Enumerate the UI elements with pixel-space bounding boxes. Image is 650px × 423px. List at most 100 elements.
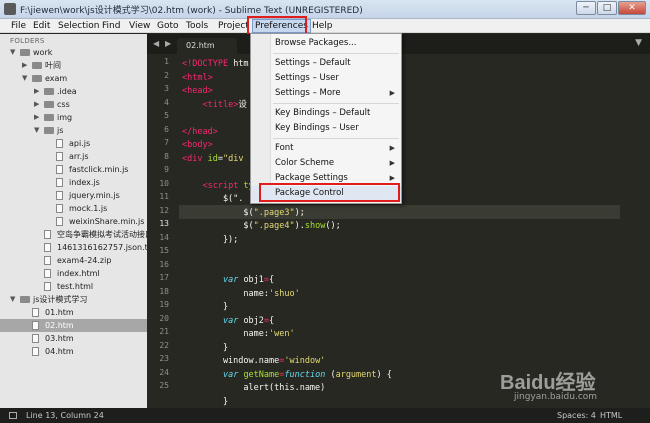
- tree-folder[interactable]: ▼ work: [0, 46, 147, 59]
- tree-file[interactable]: jquery.min.js: [0, 189, 147, 202]
- sidebar-folders-title: FOLDERS: [10, 37, 45, 45]
- menu-item-key-bindings-default[interactable]: Key Bindings – Default: [251, 106, 401, 121]
- code-line: $(".page4").show();: [182, 221, 341, 231]
- tree-file[interactable]: mock.1.js: [0, 202, 147, 215]
- close-button[interactable]: ✕: [618, 1, 646, 15]
- tree-file[interactable]: 空岛争霸模拟考试活动接口: [0, 228, 147, 241]
- tree-item-label: exam: [45, 74, 68, 83]
- menu-help[interactable]: Help: [310, 20, 335, 32]
- code-line: $(".page3");: [182, 207, 305, 218]
- code-line: </head>: [182, 126, 218, 137]
- menu-item-color-scheme[interactable]: Color Scheme ▶: [251, 156, 401, 171]
- menu-item-label: Settings – User: [275, 73, 339, 83]
- tree-file[interactable]: 01.htm: [0, 306, 147, 319]
- tree-file[interactable]: arr.js: [0, 150, 147, 163]
- menu-item-settings-more[interactable]: Settings – More ▶: [251, 86, 401, 101]
- tree-item-label: work: [33, 48, 53, 57]
- file-icon: [32, 321, 39, 330]
- tree-file[interactable]: fastclick.min.js: [0, 163, 147, 176]
- tab-02-htm[interactable]: 02.htm: [177, 38, 237, 54]
- chevron-down-icon[interactable]: ▼: [22, 72, 27, 85]
- tree-file[interactable]: index.js: [0, 176, 147, 189]
- menu-goto[interactable]: Goto: [155, 20, 181, 32]
- panel-toggle-icon[interactable]: [9, 412, 17, 419]
- file-icon: [44, 243, 51, 252]
- tree-item-label: index.js: [69, 178, 100, 187]
- tab-nav-left-icon[interactable]: ◀: [153, 39, 159, 48]
- menu-tools[interactable]: Tools: [184, 20, 210, 32]
- line-number: 4: [164, 97, 169, 107]
- tree-file[interactable]: test.html: [0, 280, 147, 293]
- tree-item-label: 04.htm: [45, 347, 74, 356]
- chevron-down-icon[interactable]: ▼: [10, 293, 15, 306]
- menu-item-font[interactable]: Font ▶: [251, 141, 401, 156]
- tree-file[interactable]: 03.htm: [0, 332, 147, 345]
- tree-file[interactable]: 1461316162757.json.txt: [0, 241, 147, 254]
- line-number: 7: [164, 138, 169, 147]
- tab-overflow-icon[interactable]: ▼: [635, 38, 642, 48]
- line-number: 3: [164, 84, 169, 93]
- line-number: 1: [164, 57, 169, 66]
- menu-item-settings-user[interactable]: Settings – User: [251, 71, 401, 86]
- chevron-down-icon[interactable]: ▼: [34, 124, 39, 137]
- tree-item-label: weixinShare.min.js: [69, 217, 145, 226]
- menu-edit[interactable]: Edit: [31, 20, 52, 32]
- file-icon: [32, 308, 39, 317]
- folder-icon: [32, 62, 42, 69]
- tree-folder[interactable]: ▶ .idea: [0, 85, 147, 98]
- menu-item-browse-packages[interactable]: Browse Packages...: [251, 36, 401, 51]
- menu-preferences[interactable]: Preferences: [252, 19, 311, 33]
- menu-item-label: Key Bindings – Default: [275, 108, 371, 118]
- tree-file[interactable]: 02.htm: [0, 319, 147, 332]
- menu-item-label: Color Scheme: [275, 158, 335, 168]
- menu-selection[interactable]: Selection: [56, 20, 101, 32]
- tree-folder[interactable]: ▶ css: [0, 98, 147, 111]
- tree-file[interactable]: exam4-24.zip: [0, 254, 147, 267]
- indentation-setting[interactable]: Spaces: 4: [557, 411, 596, 420]
- tree-folder[interactable]: ▼ js: [0, 124, 147, 137]
- tree-file[interactable]: api.js: [0, 137, 147, 150]
- tree-item-label: js设计模式学习: [33, 295, 88, 304]
- tree-item-label: mock.1.js: [69, 204, 108, 213]
- menu-view[interactable]: View: [127, 20, 152, 32]
- code-line: name:'wen': [182, 329, 295, 339]
- chevron-right-icon[interactable]: ▶: [34, 85, 39, 98]
- menu-item-package-control[interactable]: Package Control: [251, 186, 401, 201]
- tree-folder[interactable]: ▶ img: [0, 111, 147, 124]
- file-icon: [44, 256, 51, 265]
- file-icon: [32, 334, 39, 343]
- menu-item-settings-default[interactable]: Settings – Default: [251, 56, 401, 71]
- code-line: var obj2={: [222, 315, 275, 326]
- tree-file[interactable]: index.html: [0, 267, 147, 280]
- code-line: }: [182, 342, 229, 353]
- tree-item-label: api.js: [69, 139, 91, 148]
- code-line: window.name='window': [182, 356, 326, 366]
- minimize-button[interactable]: ─: [576, 1, 596, 15]
- maximize-button[interactable]: □: [597, 1, 617, 15]
- chevron-down-icon[interactable]: ▼: [10, 46, 15, 59]
- sidebar: FOLDERS ▼ work ▶ 叶间 ▼ exam ▶ .idea ▶ css ▶ img ▼ js ap…: [0, 34, 147, 408]
- tab-nav-right-icon[interactable]: ▶: [165, 39, 171, 48]
- menu-item-key-bindings-user[interactable]: Key Bindings – User: [251, 121, 401, 136]
- file-icon: [56, 152, 63, 161]
- chevron-right-icon[interactable]: ▶: [34, 98, 39, 111]
- menu-find[interactable]: Find: [100, 20, 122, 32]
- syntax-setting[interactable]: HTML: [600, 411, 622, 420]
- line-number: 15: [159, 246, 169, 255]
- tree-file[interactable]: weixinShare.min.js: [0, 215, 147, 228]
- chevron-right-icon[interactable]: ▶: [34, 111, 39, 124]
- menu-project[interactable]: Project: [216, 20, 251, 32]
- cursor-position: Line 13, Column 24: [26, 411, 104, 420]
- menu-separator: [273, 103, 399, 104]
- menu-file[interactable]: File: [9, 20, 28, 32]
- tree-folder[interactable]: ▶ 叶间: [0, 59, 147, 72]
- menu-item-package-settings[interactable]: Package Settings ▶: [251, 171, 401, 186]
- tree-folder[interactable]: ▼ exam: [0, 72, 147, 85]
- tree-folder[interactable]: ▼ js设计模式学习: [0, 293, 147, 306]
- code-line: }: [182, 302, 229, 312]
- minimap[interactable]: [620, 54, 650, 408]
- tree-file[interactable]: 04.htm: [0, 345, 147, 358]
- sublime-app-icon: [4, 3, 16, 15]
- folder-icon: [44, 88, 54, 95]
- chevron-right-icon[interactable]: ▶: [22, 59, 27, 72]
